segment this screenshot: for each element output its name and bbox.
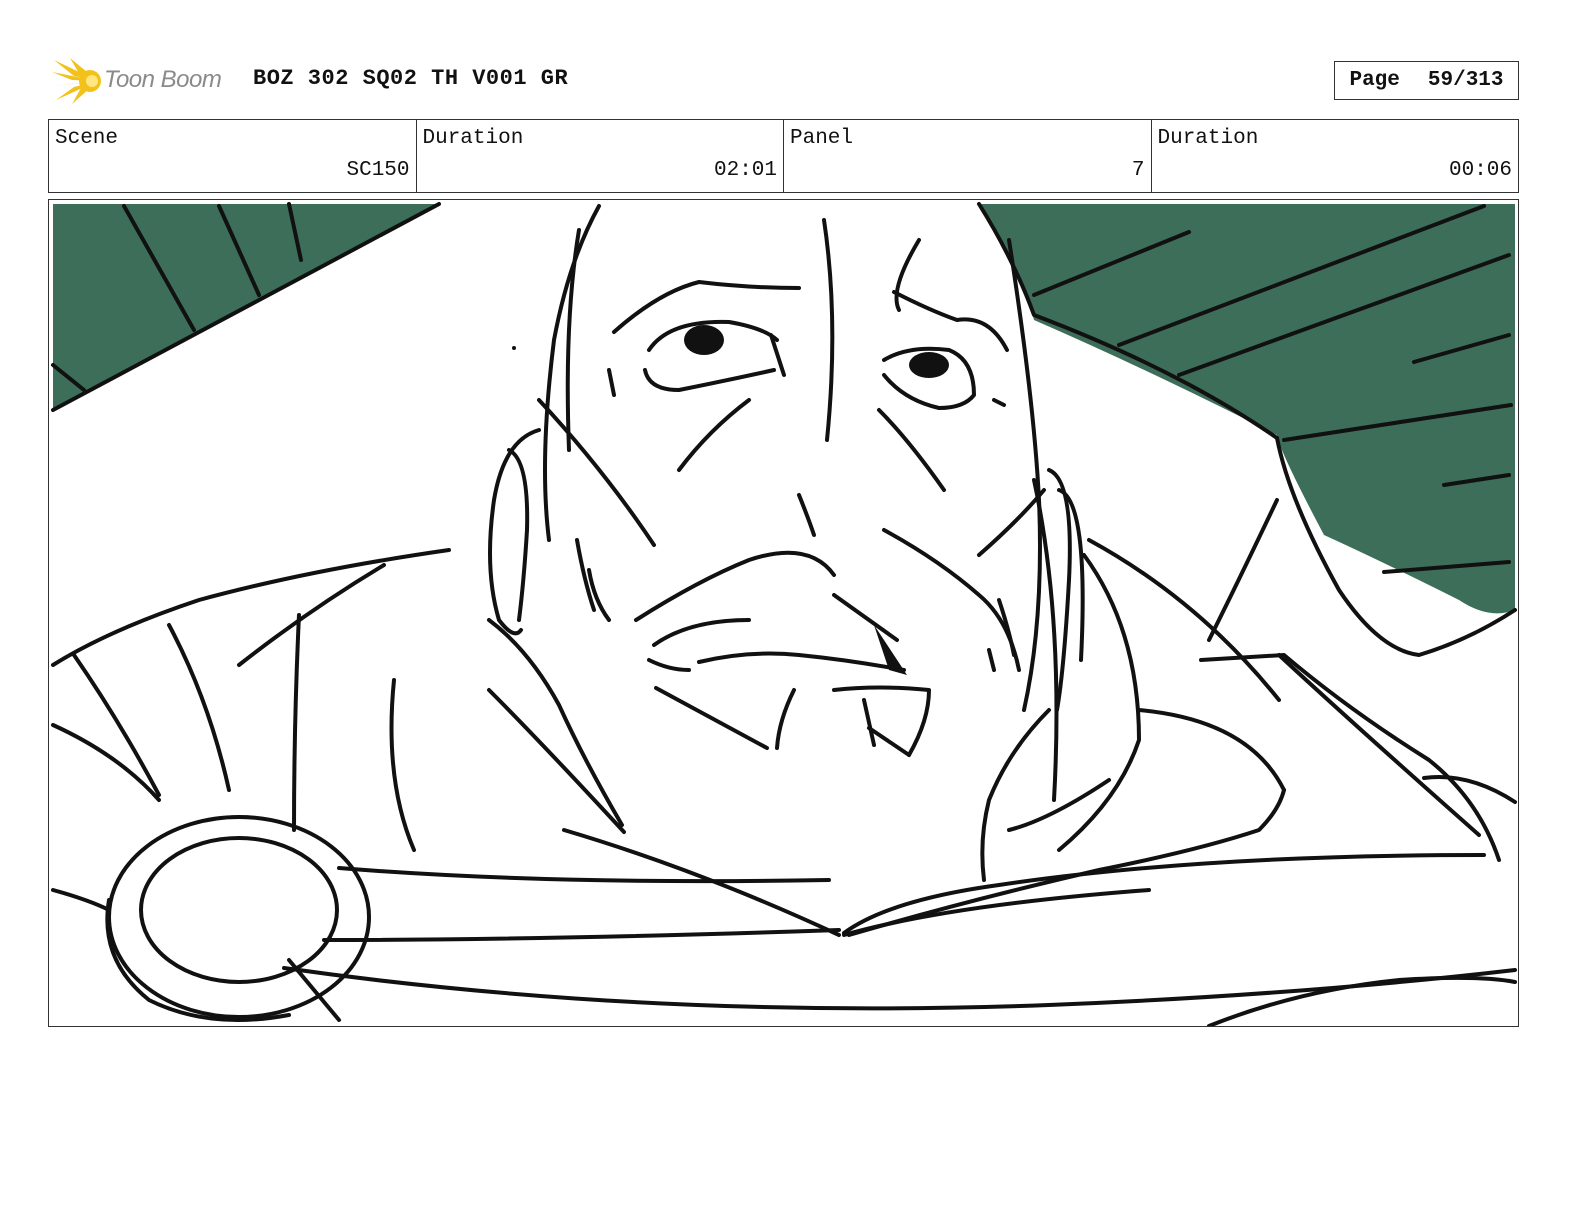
page-indicator: Page 59/313 <box>1334 61 1519 100</box>
scene-label: Scene <box>55 127 119 150</box>
panel-label: Panel <box>790 127 854 150</box>
scene-duration-label: Duration <box>422 127 524 150</box>
logo-text: Toon Boom <box>104 66 222 93</box>
scene-duration-value: 02:01 <box>713 159 777 182</box>
panel-duration-label: Duration <box>1157 127 1259 150</box>
panel-info-table: Scene SC150 Duration 02:01 Panel 7 Durat… <box>48 119 1519 193</box>
panel-duration-value: 00:06 <box>1448 159 1512 182</box>
scene-duration-cell: Duration 02:01 <box>417 120 784 192</box>
document-title: BOZ 302 SQ02 TH V001 GR <box>253 66 569 91</box>
panel-cell: Panel 7 <box>784 120 1152 192</box>
scene-value: SC150 <box>346 159 410 182</box>
toon-boom-starburst-icon <box>52 58 101 104</box>
panel-duration-cell: Duration 00:06 <box>1152 120 1519 192</box>
toon-boom-logo: Toon Boom <box>52 56 238 106</box>
page-label: Page <box>1349 69 1400 92</box>
scene-cell: Scene SC150 <box>49 120 417 192</box>
storyboard-panel <box>48 199 1519 1027</box>
panel-value: 7 <box>1131 159 1145 182</box>
storyboard-sketch <box>51 202 1517 1026</box>
green-background-right <box>977 204 1515 614</box>
page-number: 59/313 <box>1427 69 1504 92</box>
